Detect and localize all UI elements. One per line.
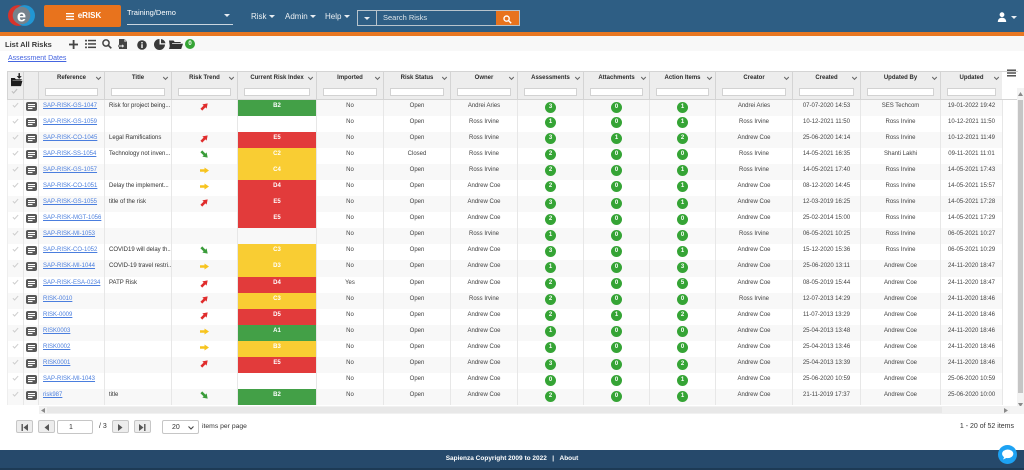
svg-text:e: e (17, 7, 26, 25)
